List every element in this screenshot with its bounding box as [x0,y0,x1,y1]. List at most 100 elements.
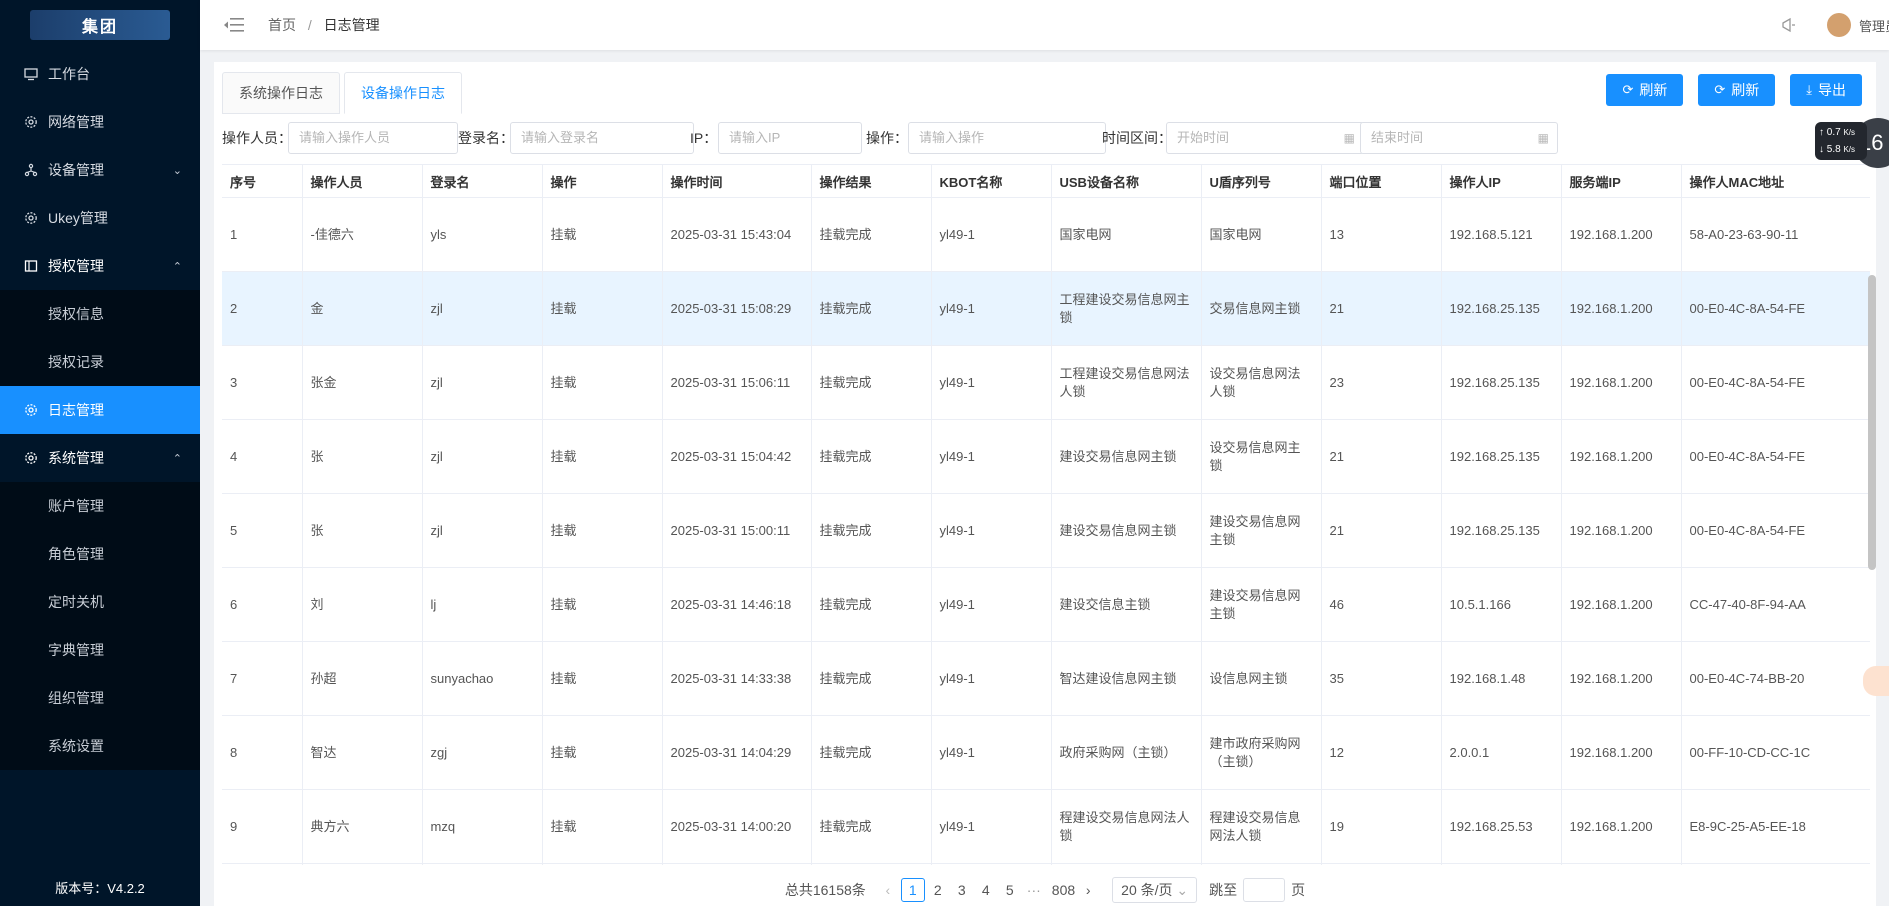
logo-text: 集团 [81,19,118,36]
table-cell: 智达建设信息网主锁 [1051,641,1202,716]
assistant-avatar[interactable] [1863,666,1889,696]
upload-speed: ↑ 0.7 K/s [1819,127,1856,138]
total-count: 总共16158条 [784,882,866,898]
table-row[interactable]: 1 -佳德六 yls 挂载 2025-03-31 15:43:04 挂载完成 yl49-1 国… [222,197,1870,272]
table-cell: 设信息网主锁 [1201,641,1322,716]
page-last[interactable]: 808 [1052,879,1075,901]
breadcrumb-home[interactable]: 首页 [268,17,296,33]
table-cell: 2025-03-31 15:43:04 [662,197,812,272]
table-row[interactable]: 7 孙超 sunyachao 挂载 2025-03-31 14:33:38 挂载完成 yl4… [222,641,1870,716]
page-2[interactable]: 2 [927,879,949,901]
table-row[interactable]: 8 智达 zgj 挂载 2025-03-31 14:04:29 挂载完成 yl49-1 政府采… [222,715,1870,790]
operator-label: 操作人员： [222,130,292,146]
tab-device-log[interactable]: 设备操作日志 [344,72,462,114]
sidebar-item-3[interactable]: Ukey管理 [0,194,200,242]
table-cell: 工程建设交易信息网主锁 [1051,863,1202,865]
megaphone-icon[interactable] [1781,17,1797,33]
sidebar-subitem-6-0[interactable]: 账户管理 [0,482,200,530]
table-cell: 挂载 [542,863,663,865]
table-cell: 192.168.1.200 [1561,567,1682,642]
table-cell: 192.168.1.200 [1561,863,1682,865]
refresh-icon: ⟳ [1714,82,1726,97]
login-input[interactable]: 请输入登录名 [510,122,694,154]
prev-page-icon[interactable]: ‹ [877,879,899,901]
calendar-icon: ▦ [1343,131,1355,145]
table-row[interactable]: 2 金 zjl 挂载 2025-03-31 15:08:29 挂载完成 yl49-1 工程建设… [222,271,1870,346]
table-cell: zjl [422,493,543,568]
avatar[interactable] [1827,13,1851,37]
sidebar-item-0[interactable]: 工作台 [0,50,200,98]
table-cell: 孙超 [302,641,423,716]
table-row[interactable]: 3 张金 zjl 挂载 2025-03-31 15:06:11 挂载完成 yl49-1 工程建… [222,345,1870,420]
sidebar-item-6[interactable]: 系统管理 ⌃ [0,434,200,482]
table-row[interactable]: 9 典方六 mzq 挂载 2025-03-31 14:00:20 挂载完成 yl49-1 程建… [222,789,1870,864]
sidebar-item-1[interactable]: 网络管理 [0,98,200,146]
table-cell: 19 [1321,789,1442,864]
table-row[interactable]: 6 刘 lj 挂载 2025-03-31 14:46:18 挂载完成 yl49-1 建设交信息… [222,567,1870,642]
start-time-input[interactable]: 开始时间 ▦ [1166,122,1364,154]
table-cell: yls [422,197,543,272]
table-cell: 192.168.1.200 [1561,715,1682,790]
page-3[interactable]: 3 [951,879,973,901]
tab-system-log[interactable]: 系统操作日志 [222,72,340,114]
table-row[interactable]: 5 张 zjl 挂载 2025-03-31 15:00:11 挂载完成 yl49-1 建设交易… [222,493,1870,568]
table-cell: 挂载 [542,271,663,346]
menu-fold-icon[interactable] [224,17,244,33]
calendar-icon: ▦ [1537,131,1549,145]
table-cell: yl49-1 [931,493,1052,568]
pagination: 总共16158条 ‹ 1 2 3 4 5 ··· 808 › 20 条/页 ⌄ … [214,876,1876,904]
operation-input[interactable]: 请输入操作 [908,122,1106,154]
next-page-icon[interactable]: › [1077,879,1099,901]
sidebar-item-5[interactable]: 日志管理 [0,386,200,434]
sidebar-item-2[interactable]: 设备管理 ⌄ [0,146,200,194]
operator-input[interactable]: 请输入操作人员 [288,122,458,154]
table-cell: 挂载完成 [811,345,932,420]
page-ellipsis[interactable]: ··· [1023,879,1045,901]
table-cell: E8-9C-25-A5-EE-18 [1681,789,1870,864]
user-name[interactable]: 管理员 [1859,16,1889,35]
table-row[interactable]: 10典方六mzq挂载2025-03-31 13:56:53挂载完成yl49-1工… [222,863,1870,865]
sidebar-subitem-6-2[interactable]: 定时关机 [0,578,200,626]
sidebar-submenu: 账户管理 角色管理 定时关机 字典管理 组织管理 系统设置 [0,482,200,770]
scrollbar-thumb[interactable] [1868,275,1876,570]
table-cell: 7 [222,641,303,716]
column-header-3: 操作 [542,165,663,198]
sidebar-subitem-6-4[interactable]: 组织管理 [0,674,200,722]
table-row[interactable]: 4 张 zjl 挂载 2025-03-31 15:04:42 挂载完成 yl49-1 建设交易… [222,419,1870,494]
refresh-button-2[interactable]: ⟳ 刷新 [1698,74,1776,106]
table-cell: 挂载 [542,493,663,568]
sidebar-subitem-6-1[interactable]: 角色管理 [0,530,200,578]
column-header-8: U盾序列号 [1201,165,1322,198]
sidebar-item-label: 日志管理 [48,402,104,418]
refresh-button[interactable]: ⟳ 刷新 [1606,74,1684,106]
table-cell: 192.168.25.135 [1441,419,1562,494]
export-button[interactable]: ⤓ 导出 [1790,74,1862,106]
sidebar-subitem-6-5[interactable]: 系统设置 [0,722,200,770]
table-cell: 程建设交易信息网法人锁 [1051,789,1202,864]
table-cell: 张 [302,419,423,494]
network-speed-widget[interactable]: ↑ 0.7 K/s ↓ 5.8 K/s [1815,122,1867,160]
sidebar-subitem-4-1[interactable]: 授权记录 [0,338,200,386]
page-4[interactable]: 4 [975,879,997,901]
network-icon [24,163,38,177]
page-1[interactable]: 1 [900,878,925,902]
table-cell: 12 [1321,715,1442,790]
sidebar-subitem-4-0[interactable]: 授权信息 [0,290,200,338]
table-cell: 192.168.1.200 [1561,345,1682,420]
table-cell: 192.168.1.200 [1561,419,1682,494]
sidebar-subitem-6-3[interactable]: 字典管理 [0,626,200,674]
chevron-up-icon: ⌃ [172,452,182,465]
end-time-input[interactable]: 结束时间 ▦ [1360,122,1558,154]
sidebar-item-4[interactable]: 授权管理 ⌃ [0,242,200,290]
sidebar-menu: 工作台 网络管理 设备管理 ⌄ Ukey管理 授权管理 ⌃ 授权信息 授权记录日志管理系统管理 ⌃… [0,50,200,770]
vertical-scrollbar[interactable] [1868,197,1876,802]
log-tabs: 系统操作日志 设备操作日志 [222,72,466,114]
page-5[interactable]: 5 [999,879,1021,901]
table-cell: 金 [302,271,423,346]
login-label: 登录名： [458,130,514,146]
table-cell: 挂载完成 [811,641,932,716]
page-size-select[interactable]: 20 条/页 ⌄ [1112,877,1198,903]
start-time-placeholder: 开始时间 [1177,130,1230,145]
jump-input[interactable] [1243,878,1286,902]
ip-input[interactable]: 请输入IP [718,122,862,154]
